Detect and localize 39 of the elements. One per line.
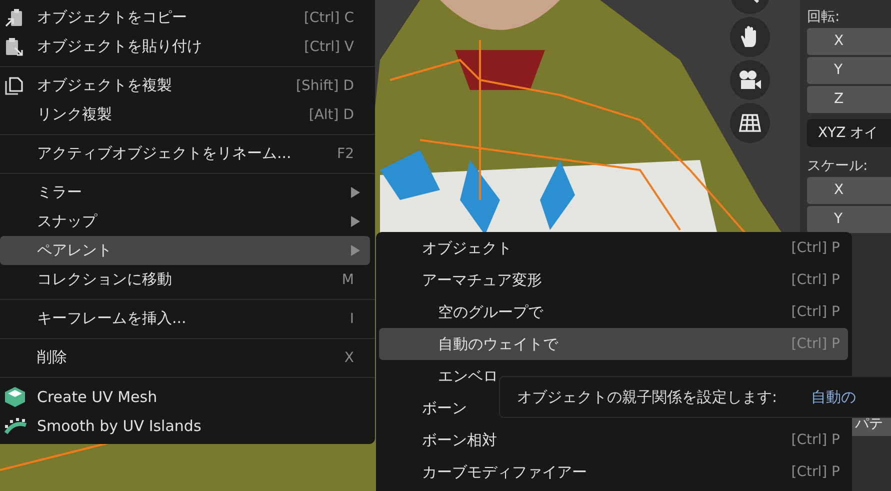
menu-item[interactable]: オブジェクトをコピー [Ctrl] C [0, 3, 370, 32]
submenu-arrow-icon [351, 245, 360, 256]
rotation-mode-dropdown[interactable]: XYZ オイ [807, 119, 891, 147]
menu-item[interactable]: 空のグループで [Ctrl] P [379, 296, 848, 328]
menu-item[interactable]: アクティブオブジェクトをリネーム... F2 [0, 139, 370, 168]
menu-item[interactable]: ミラー [0, 178, 370, 207]
menu-item[interactable]: Smooth by UV Islands [0, 411, 370, 440]
clipboard-icon [4, 8, 24, 28]
menu-item[interactable]: キーフレームを挿入... I [0, 304, 370, 333]
menu-item[interactable]: カーブモディファイアー [Ctrl] P [379, 456, 848, 488]
scale-label: スケール: [807, 157, 869, 176]
menu-item[interactable]: オブジェクトを複製 [Shift] D [0, 71, 370, 100]
menu-item[interactable]: リンク複製 [Alt] D [0, 100, 370, 129]
cube-icon [4, 386, 26, 408]
scale-field[interactable]: X [807, 177, 891, 204]
grid-icon [738, 113, 762, 133]
menu-item[interactable]: アーマチュア変形 [Ctrl] P [379, 264, 848, 296]
submenu-arrow-icon [351, 216, 360, 227]
menu-item[interactable]: 削除 X [0, 343, 370, 372]
menu-item[interactable]: オブジェクト [Ctrl] P [379, 232, 848, 264]
tooltip-value: 自動の [811, 388, 856, 406]
submenu-arrow-icon [351, 187, 360, 198]
duplicate-icon [4, 76, 24, 96]
menu-item[interactable]: ペアレント [0, 236, 370, 265]
menu-item[interactable]: ボーン相対 [Ctrl] P [379, 424, 848, 456]
rotation-label: 回転: [807, 8, 841, 27]
menu-item[interactable]: 自動のウェイトで [Ctrl] P [379, 328, 848, 360]
scale-field[interactable]: Y [807, 206, 891, 233]
movie-camera-icon [738, 69, 762, 91]
menu-item[interactable]: Create UV Mesh [0, 382, 370, 411]
rotation-field[interactable]: Y [807, 57, 891, 84]
menu-item[interactable]: コレクションに移動 M [0, 265, 370, 294]
rotation-field[interactable]: X [807, 28, 891, 55]
menu-item[interactable]: スナップ [0, 207, 370, 236]
rotation-field[interactable]: Z [807, 86, 891, 113]
menu-item[interactable]: オブジェクトを貼り付け [Ctrl] V [0, 32, 370, 61]
smooth-curve-icon [4, 416, 28, 434]
tooltip-text: オブジェクトの親子関係を設定します: [517, 388, 778, 406]
clipboard-icon [4, 36, 24, 56]
